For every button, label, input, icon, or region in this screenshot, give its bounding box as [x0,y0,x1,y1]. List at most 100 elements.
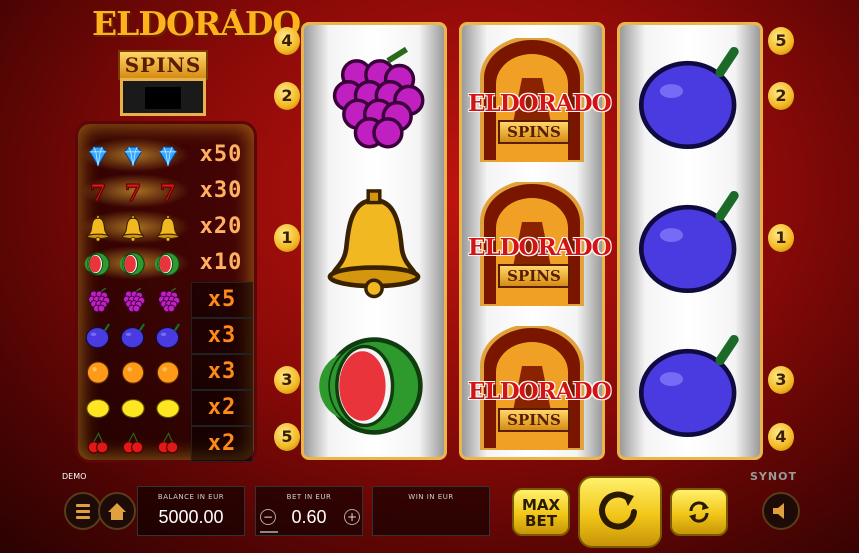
diamond-icon [84,142,112,168]
diamond-icon [154,142,182,168]
home-icon [108,503,126,520]
speaker-icon [773,503,784,519]
plum-icon [632,40,748,156]
orange-icon [119,358,147,384]
watermelon-icon [119,250,147,276]
reel-1 [301,22,447,460]
paytable-row: x2 [78,426,254,462]
seven-icon: 7 [84,178,112,207]
eldorado-symbol-subtitle: SPINS [498,120,570,144]
max-bet-label-line1: MAX [521,496,561,514]
logo-subtitle: SPINS [118,50,208,80]
logo-display-box [120,78,206,116]
watermelon-icon [316,328,432,444]
paytable-multiplier: x3 [191,318,253,354]
win-label: WIN IN EUR [408,493,454,501]
reel-cell-bell [304,172,444,316]
logo-title: ELDORADO [92,4,301,43]
payline-badge-right: 4 [768,423,794,451]
cherries-icon [119,430,147,456]
menu-button[interactable] [64,492,102,530]
eldorado-symbol-title: ELDORADO [468,234,612,261]
paytable-row: 7 7 7 x30 [78,174,254,208]
eldorado-scatter-symbol: ELDORADO SPINS [468,324,612,452]
orange-icon [84,358,112,384]
seven-icon: 7 [119,178,147,207]
payline-badge-right: 1 [768,224,794,252]
paytable-row: x20 [78,210,254,244]
paytable-row: x2 [78,390,254,426]
payline-badge-right: 3 [768,366,794,394]
bet-label: BET IN EUR [286,493,332,501]
payline-badge-left: 3 [274,366,300,394]
paytable-multiplier: x20 [199,214,243,239]
diamond-icon [119,142,147,168]
win-panel: WIN IN EUR [372,486,490,536]
autoplay-icon [689,501,709,523]
reel-3 [617,22,763,460]
spin-button[interactable] [578,476,662,548]
grapes-icon [154,286,182,313]
payline-badge-left: 1 [274,224,300,252]
demo-label: DEMO [62,472,87,481]
payline-badge-right: 2 [768,82,794,110]
reel-cell-eldorado: ELDORADO SPINS [462,172,612,316]
svg-text:7: 7 [125,179,141,206]
payline-badge-left: 5 [274,423,300,451]
reel-cell-grapes [304,28,444,172]
reel-cell-eldorado: ELDORADO SPINS [462,28,612,172]
reel-cell-watermelon [304,316,444,460]
reel-2: ELDORADO SPINS ELDORADO SPINS ELDORADO S… [459,22,612,460]
paytable-multiplier: x2 [191,390,253,426]
eldorado-symbol-title: ELDORADO [468,90,612,117]
bet-decrease-button[interactable]: − [260,509,276,525]
grapes-icon [316,40,432,156]
payline-badge-left: 4 [274,27,300,55]
balance-value: 5000.00 [158,507,224,527]
grapes-icon [84,286,112,313]
lemon-icon [84,394,112,420]
payline-badge-right: 5 [768,27,794,55]
logo-trademark: ™ [230,8,238,17]
autoplay-button[interactable] [670,488,728,536]
paytable-multiplier: x30 [199,178,243,203]
bet-panel: BET IN EUR 0.60 − + [255,486,363,536]
cherries-icon [84,430,112,456]
max-bet-button[interactable]: MAX BET [512,488,570,536]
orange-icon [154,358,182,384]
payline-badge-left: 2 [274,82,300,110]
reel-cell-plum [620,172,760,316]
paytable-row: x3 [78,318,254,354]
home-button[interactable] [98,492,136,530]
bell-icon [119,214,147,242]
seven-icon: 7 [154,178,182,207]
game-logo: ELDORADO ™ SPINS [92,4,301,116]
eldorado-symbol-title: ELDORADO [468,378,612,405]
plum-icon [632,328,748,444]
balance-label: BALANCE IN EUR [157,493,225,501]
reel-cell-plum [620,316,760,460]
eldorado-scatter-symbol: ELDORADO SPINS [468,180,612,308]
paytable-multiplier: x10 [199,250,243,275]
paytable-multiplier: x3 [191,354,253,390]
paytable-row: x10 [78,246,254,280]
sound-button[interactable] [762,492,800,530]
paytable-row: x50 [78,138,254,172]
eldorado-symbol-subtitle: SPINS [498,408,570,432]
paytable-multiplier: x5 [191,282,253,318]
paytable-row: x5 [78,282,254,318]
reel-cell-eldorado: ELDORADO SPINS [462,316,612,460]
paytable-row: x3 [78,354,254,390]
bet-increase-button[interactable]: + [344,509,360,525]
plum-icon [84,322,112,349]
spin-icon [599,491,637,530]
lemon-icon [119,394,147,420]
max-bet-label-line2: BET [525,512,557,530]
grapes-icon [119,286,147,313]
eldorado-scatter-symbol: ELDORADO SPINS [468,36,612,164]
cherries-icon [154,430,182,456]
watermelon-icon [154,250,182,276]
bell-icon [84,214,112,242]
paytable-multiplier: x50 [199,142,243,167]
watermelon-icon [84,250,112,276]
